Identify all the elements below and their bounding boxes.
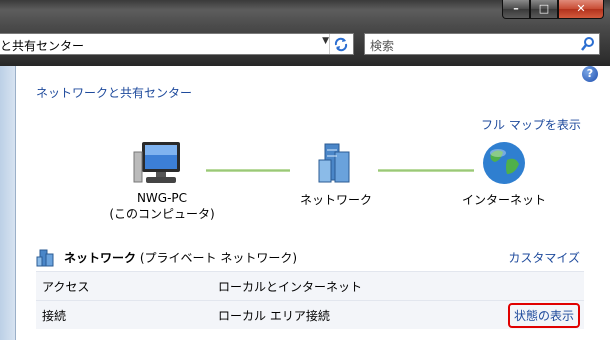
map-node-computer[interactable]: NWG-PC (このコンピュータ) — [102, 138, 222, 222]
view-status-link[interactable]: 状態の表示 — [507, 303, 580, 328]
map-node-network-name: ネットワーク — [299, 193, 372, 207]
refresh-icon[interactable] — [329, 34, 352, 54]
minimize-button[interactable]: – — [502, 0, 530, 19]
main-content: ? ネットワークと共有センター フル マップを表示 NWG-PC (このコンピュ… — [16, 66, 610, 340]
computer-icon — [133, 142, 180, 183]
map-node-computer-sub: (このコンピュータ) — [109, 207, 215, 221]
window-chrome: – □ ✕ と共有センター ▼ 検索 — [0, 0, 610, 66]
search-box[interactable]: 検索 — [364, 33, 600, 55]
map-node-internet[interactable]: インターネット — [454, 138, 554, 208]
property-value: ローカルとインターネット — [218, 280, 363, 294]
page-title: ネットワークと共有センター — [36, 86, 193, 100]
search-icon[interactable] — [580, 36, 596, 52]
close-button[interactable]: ✕ — [558, 0, 604, 19]
map-node-computer-name: NWG-PC — [136, 191, 188, 205]
property-row-connection: 接続 ローカル エリア接続 状態の表示 — [36, 300, 584, 329]
network-section-title: ネットワーク (プライベート ネットワーク) — [64, 249, 297, 266]
help-icon[interactable]: ? — [582, 66, 598, 82]
property-label: アクセス — [42, 280, 90, 294]
property-label: 接続 — [42, 309, 67, 323]
network-type: (プライベート ネットワーク) — [136, 251, 298, 265]
map-node-internet-name: インターネット — [461, 193, 546, 207]
network-section-header: ネットワーク (プライベート ネットワーク) カスタマイズ — [36, 246, 584, 270]
customize-link[interactable]: カスタマイズ — [508, 249, 580, 266]
chevron-down-icon[interactable]: ▼ — [322, 36, 329, 46]
network-icon — [318, 143, 350, 183]
search-placeholder: 検索 — [370, 39, 395, 53]
full-map-link[interactable]: フル マップを表示 — [481, 116, 581, 133]
window-controls: – □ ✕ — [502, 0, 604, 20]
map-node-network[interactable]: ネットワーク — [286, 138, 386, 208]
maximize-button[interactable]: □ — [530, 0, 558, 19]
property-row-access: アクセス ローカルとインターネット — [36, 271, 584, 300]
address-bar[interactable]: と共有センター ▼ — [0, 33, 354, 55]
property-value: ローカル エリア接続 — [218, 309, 330, 323]
network-icon — [36, 249, 54, 267]
network-name: ネットワーク — [64, 251, 137, 265]
address-text: と共有センター — [0, 39, 85, 53]
globe-icon — [483, 142, 525, 184]
navigation-pane — [0, 66, 16, 340]
map-connector — [206, 169, 290, 172]
